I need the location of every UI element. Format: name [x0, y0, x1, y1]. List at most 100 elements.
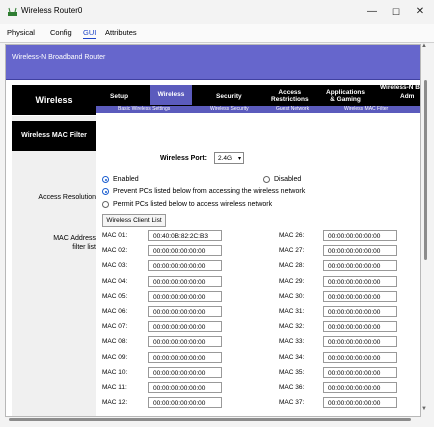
wireless-port-value: 2.4G — [218, 155, 233, 162]
prevent-radio[interactable] — [102, 188, 109, 195]
sidebar-heading: Wireless MAC Filter — [12, 121, 96, 151]
mac-address-field[interactable]: 00:00:00:00:00:00 — [148, 336, 222, 348]
maximize-button[interactable]: ☐ — [384, 2, 408, 22]
disabled-label: Disabled — [274, 176, 302, 183]
subnav-mac-filter[interactable]: Wireless MAC Filter — [344, 106, 388, 113]
mac-address-field[interactable]: 00:00:00:00:00:00 — [323, 336, 397, 348]
mac-address-field[interactable]: 00:00:00:00:00:00 — [323, 321, 397, 333]
chevron-down-icon: ▾ — [237, 156, 241, 162]
mac-address-field[interactable]: 00:00:00:00:00:00 — [148, 382, 222, 393]
mac-label: MAC 10: — [102, 368, 128, 376]
mac-label: MAC 32: — [279, 323, 305, 331]
nav-access-restrictions[interactable]: Access Restrictions — [271, 89, 309, 103]
tab-attributes[interactable]: Attributes — [105, 28, 137, 38]
mac-address-field[interactable]: 00:00:00:00:00:00 — [148, 260, 222, 272]
mac-address-field[interactable]: 00:00:00:00:00:00 — [323, 245, 397, 257]
vertical-scroll-thumb[interactable] — [424, 80, 427, 260]
mac-address-field[interactable]: 00:00:00:00:00:00 — [323, 382, 397, 393]
tab-gui[interactable]: GUI — [83, 28, 97, 39]
nav-bar: Wireless-N B Setup Wireless Security Acc… — [96, 84, 420, 106]
minimize-button[interactable]: — — [360, 2, 384, 22]
close-button[interactable]: ✕ — [408, 2, 432, 22]
permit-radio[interactable] — [102, 201, 109, 208]
mac-label: MAC 31: — [279, 308, 305, 315]
disabled-radio[interactable] — [263, 176, 270, 183]
mac-address-field[interactable]: 00:00:00:00:00:00 — [323, 275, 397, 287]
mac-address-field[interactable]: 00:00:00:00:00:00 — [148, 275, 222, 287]
scroll-up-icon[interactable]: ▲ — [421, 43, 427, 49]
mac-label: MAC 01: — [102, 232, 128, 239]
tab-physical[interactable]: Physical — [7, 28, 35, 38]
mac-label: MAC 05: — [102, 292, 128, 300]
mac-label: MAC 33: — [279, 338, 305, 346]
mac-address-field[interactable]: 00:00:00:00:00:00 — [323, 351, 397, 363]
mac-address-field[interactable]: 00:00:00:00:00:00 — [148, 245, 222, 257]
permit-label: Permit PCs listed below to access wirele… — [113, 201, 273, 208]
nav-security[interactable]: Security — [216, 93, 242, 100]
prevent-label: Prevent PCs listed below from accessing … — [113, 188, 306, 195]
nav-applications-gaming[interactable]: Applications & Gaming — [326, 89, 365, 103]
mac-label: MAC 12: — [102, 399, 128, 407]
router-model: Wireless-N B — [379, 84, 420, 91]
nav-setup[interactable]: Setup — [110, 93, 128, 100]
mac-label: MAC 04: — [102, 277, 128, 285]
mac-address-field[interactable]: 00:00:00:00:00:00 — [323, 260, 397, 272]
mac-address-field[interactable]: 00:00:00:00:00:00 — [148, 306, 222, 317]
filter-panel: Wireless Port: 2.4G ▾ Enabled Disabled P… — [96, 116, 420, 416]
mac-list-label: MAC Address filter list — [53, 235, 96, 251]
access-resolution-label: Access Resolution — [38, 194, 96, 201]
mac-label: MAC 37: — [279, 399, 305, 407]
scroll-down-icon[interactable]: ▼ — [421, 406, 427, 412]
mac-label: MAC 29: — [279, 277, 305, 285]
subnav-wireless-security[interactable]: Wireless Security — [210, 106, 249, 113]
nav-wireless[interactable]: Wireless — [150, 85, 192, 105]
gui-panel: Wireless-N Broadband Router Wireless Wir… — [5, 44, 421, 417]
mac-address-field[interactable]: 00:00:00:00:00:00 — [148, 321, 222, 333]
nav-administration[interactable]: Adm — [400, 93, 414, 100]
wireless-client-list-button[interactable]: Wireless Client List — [102, 214, 166, 227]
mac-label: MAC 11: — [102, 384, 127, 391]
mac-address-field[interactable]: 00:40:0B:82:2C:B3 — [148, 230, 222, 241]
mac-address-field[interactable]: 00:00:00:00:00:00 — [323, 230, 397, 241]
title-bar: Wireless Router0 — ☐ ✕ — [0, 0, 434, 24]
sidebar: Wireless MAC Filter Access Resolution MA… — [12, 116, 96, 416]
mac-address-field[interactable]: 00:00:00:00:00:00 — [148, 366, 222, 378]
router-header: Wireless-N Broadband Router — [6, 45, 420, 80]
enabled-radio[interactable] — [102, 176, 109, 183]
tab-bar: Physical Config GUI Attributes — [0, 24, 434, 43]
mac-label: MAC 30: — [279, 292, 305, 300]
router-nav: Wireless Wireless-N B Setup Wireless Sec… — [6, 80, 420, 116]
mac-address-field[interactable]: 00:00:00:00:00:00 — [323, 290, 397, 302]
wireless-port-label: Wireless Port: — [160, 155, 208, 162]
section-title: Wireless — [35, 95, 73, 105]
subnav-guest-network[interactable]: Guest Network — [276, 106, 309, 113]
mac-label: MAC 26: — [279, 232, 305, 239]
mac-address-field[interactable]: 00:00:00:00:00:00 — [148, 290, 222, 302]
enabled-label: Enabled — [113, 176, 139, 183]
mac-label: MAC 09: — [102, 353, 128, 361]
mac-label: MAC 34: — [279, 353, 305, 361]
window-title: Wireless Router0 — [21, 6, 83, 15]
mac-label: MAC 35: — [279, 368, 305, 376]
router-app-icon — [8, 7, 17, 16]
mac-label: MAC 27: — [279, 247, 305, 255]
subnav-basic-wireless[interactable]: Basic Wireless Settings — [118, 106, 170, 113]
mac-label: MAC 03: — [102, 262, 128, 270]
mac-address-field[interactable]: 00:00:00:00:00:00 — [148, 397, 222, 409]
mac-label: MAC 02: — [102, 247, 128, 255]
mac-address-field[interactable]: 00:00:00:00:00:00 — [323, 306, 397, 317]
mac-address-field[interactable]: 00:00:00:00:00:00 — [323, 366, 397, 378]
mac-label: MAC 07: — [102, 323, 128, 331]
mac-address-field[interactable]: 00:00:00:00:00:00 — [323, 397, 397, 409]
mac-label: MAC 28: — [279, 262, 305, 270]
tab-config[interactable]: Config — [50, 28, 72, 38]
horizontal-scroll-thumb[interactable] — [9, 418, 411, 421]
mac-label: MAC 08: — [102, 338, 128, 346]
section-title-box: Wireless — [12, 85, 96, 115]
mac-address-field[interactable]: 00:00:00:00:00:00 — [148, 351, 222, 363]
mac-label: MAC 36: — [279, 384, 305, 391]
sub-nav-bar: Basic Wireless Settings Wireless Securit… — [96, 106, 420, 113]
wireless-port-select[interactable]: 2.4G ▾ — [214, 152, 244, 164]
router-name: Wireless-N Broadband Router — [12, 54, 106, 61]
mac-label: MAC 06: — [102, 308, 128, 315]
